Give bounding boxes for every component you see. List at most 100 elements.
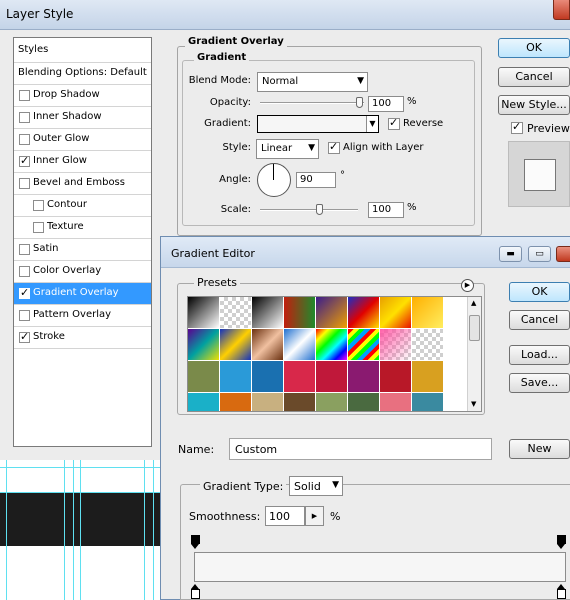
scroll-up-icon[interactable]: ▲	[471, 299, 476, 307]
preset-swatch[interactable]	[316, 361, 348, 393]
save-button[interactable]: Save...	[509, 373, 570, 393]
preset-swatch[interactable]	[284, 297, 316, 329]
editor-cancel-button[interactable]: Cancel	[509, 310, 570, 330]
style-checkbox[interactable]	[19, 112, 30, 123]
gradient-preview-bar[interactable]	[194, 552, 566, 582]
preset-swatch[interactable]	[252, 329, 284, 361]
preset-swatch[interactable]	[220, 329, 252, 361]
styles-header[interactable]: Styles	[14, 38, 151, 63]
style-item-pattern-overlay[interactable]: Pattern Overlay	[14, 305, 151, 327]
preview-checkbox[interactable]	[511, 120, 523, 134]
new-style-button[interactable]: New Style...	[498, 95, 570, 115]
scale-slider-thumb[interactable]	[316, 204, 323, 215]
style-item-outer-glow[interactable]: Outer Glow	[14, 129, 151, 151]
style-checkbox[interactable]	[19, 244, 30, 255]
cancel-button[interactable]: Cancel	[498, 67, 570, 87]
style-item-satin[interactable]: Satin	[14, 239, 151, 261]
preset-swatch[interactable]	[220, 393, 252, 411]
preset-swatch[interactable]	[284, 361, 316, 393]
preset-swatch[interactable]	[380, 393, 412, 411]
opacity-slider[interactable]	[260, 102, 364, 104]
ok-button[interactable]: OK	[498, 38, 570, 58]
preset-swatch[interactable]	[380, 297, 412, 329]
preset-swatch[interactable]	[188, 393, 220, 411]
style-checkbox[interactable]	[33, 222, 44, 233]
style-checkbox[interactable]	[19, 154, 30, 167]
preset-swatch[interactable]	[412, 297, 444, 329]
scroll-thumb[interactable]	[469, 315, 480, 341]
opacity-stop-right[interactable]	[557, 535, 566, 549]
style-item-gradient-overlay[interactable]: Gradient Overlay	[14, 283, 151, 305]
style-checkbox[interactable]	[19, 134, 30, 145]
preset-swatch[interactable]	[252, 361, 284, 393]
name-input[interactable]: Custom	[229, 438, 492, 460]
maximize-icon[interactable]: ▭	[528, 246, 551, 262]
preset-swatch[interactable]	[316, 329, 348, 361]
preset-swatch[interactable]	[252, 393, 284, 411]
preset-swatch[interactable]	[412, 329, 444, 361]
smoothness-input[interactable]: 100	[265, 506, 305, 526]
preset-swatch[interactable]	[188, 361, 220, 393]
color-stop-left[interactable]	[191, 584, 200, 600]
presets-menu-icon[interactable]: ▶	[461, 279, 474, 292]
preset-swatch[interactable]	[348, 297, 380, 329]
blend-mode-select[interactable]: Normal ▼	[257, 72, 368, 92]
opacity-slider-thumb[interactable]	[356, 97, 363, 108]
color-stop-right[interactable]	[557, 584, 566, 600]
scale-input[interactable]: 100	[368, 202, 404, 218]
preset-swatch[interactable]	[316, 297, 348, 329]
scroll-down-icon[interactable]: ▼	[471, 400, 476, 408]
style-checkbox[interactable]	[19, 178, 30, 189]
preset-swatch[interactable]	[412, 393, 444, 411]
style-item-color-overlay[interactable]: Color Overlay	[14, 261, 151, 283]
reverse-checkbox[interactable]	[388, 116, 400, 130]
preset-swatch[interactable]	[412, 361, 444, 393]
preset-swatch[interactable]	[220, 297, 252, 329]
layer-style-titlebar[interactable]: Layer Style	[0, 0, 570, 30]
style-item-stroke[interactable]: Stroke	[14, 327, 151, 349]
preset-swatch[interactable]	[284, 393, 316, 411]
style-checkbox[interactable]	[19, 330, 30, 343]
style-item-texture[interactable]: Texture	[14, 217, 151, 239]
align-with-layer-checkbox[interactable]	[328, 140, 340, 154]
style-item-blending-options-default[interactable]: Blending Options: Default	[14, 63, 151, 85]
style-select[interactable]: Linear ▼	[256, 139, 319, 159]
angle-input[interactable]: 90	[296, 172, 336, 188]
preset-swatch[interactable]	[284, 329, 316, 361]
opacity-stop-left[interactable]	[191, 535, 200, 549]
style-checkbox[interactable]	[19, 266, 30, 277]
new-button[interactable]: New	[509, 439, 570, 459]
minimize-icon[interactable]: ▬	[499, 246, 522, 262]
style-item-inner-shadow[interactable]: Inner Shadow	[14, 107, 151, 129]
preset-swatch[interactable]	[348, 329, 380, 361]
preset-swatch[interactable]	[348, 393, 380, 411]
close-icon[interactable]	[556, 246, 570, 262]
style-checkbox[interactable]	[19, 286, 30, 299]
preset-swatch[interactable]	[380, 329, 412, 361]
close-icon[interactable]	[553, 0, 570, 20]
style-checkbox[interactable]	[33, 200, 44, 211]
style-item-bevel-and-emboss[interactable]: Bevel and Emboss	[14, 173, 151, 195]
presets-scrollbar[interactable]: ▲ ▼	[467, 297, 481, 411]
style-item-inner-glow[interactable]: Inner Glow	[14, 151, 151, 173]
preset-swatch[interactable]	[220, 361, 252, 393]
chevron-right-icon[interactable]: ▶	[305, 506, 324, 526]
style-item-contour[interactable]: Contour	[14, 195, 151, 217]
load-button[interactable]: Load...	[509, 345, 570, 365]
style-checkbox[interactable]	[19, 90, 30, 101]
angle-dial[interactable]	[257, 163, 291, 197]
preset-swatch[interactable]	[316, 393, 348, 411]
preset-swatch[interactable]	[188, 297, 220, 329]
gradient-type-select[interactable]: Solid ▼	[289, 476, 343, 496]
preset-swatch[interactable]	[252, 297, 284, 329]
preset-swatch[interactable]	[380, 361, 412, 393]
style-checkbox[interactable]	[19, 310, 30, 321]
preset-swatch[interactable]	[348, 361, 380, 393]
preset-swatch[interactable]	[188, 329, 220, 361]
opacity-input[interactable]: 100	[368, 96, 404, 112]
style-item-drop-shadow[interactable]: Drop Shadow	[14, 85, 151, 107]
editor-ok-button[interactable]: OK	[509, 282, 570, 302]
scale-slider[interactable]	[260, 209, 358, 211]
gradient-picker[interactable]: ▼	[257, 115, 379, 133]
chevron-down-icon[interactable]: ▼	[366, 116, 378, 132]
